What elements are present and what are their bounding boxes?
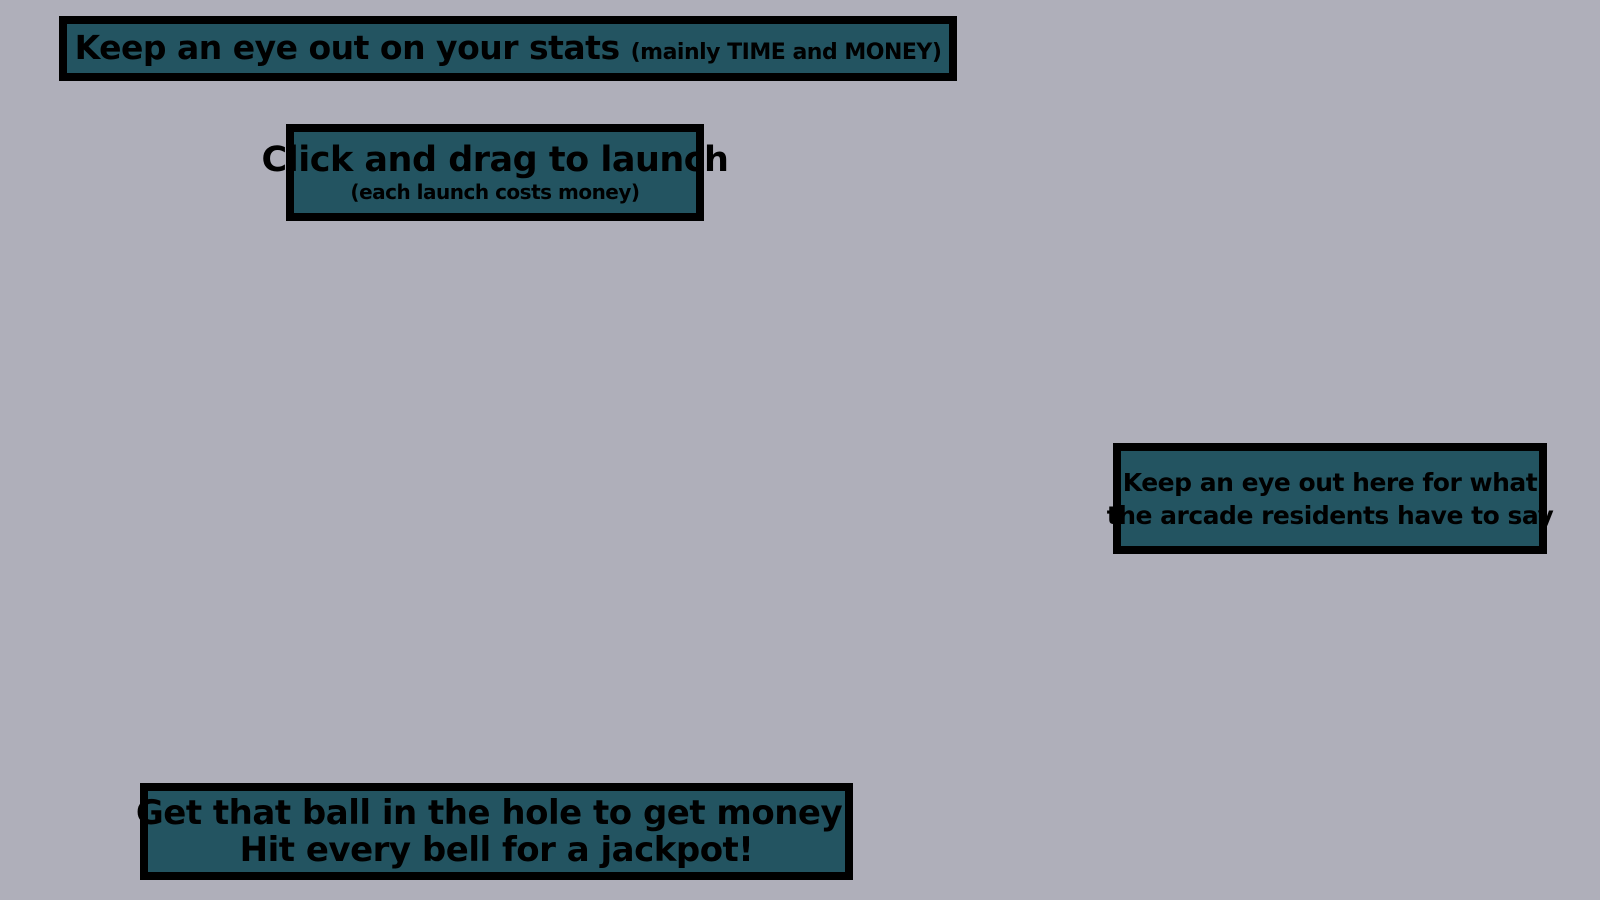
stats-tip-box: Keep an eye out on your stats (mainly TI… xyxy=(59,16,957,81)
money-tip-line-2: Hit every bell for a jackpot! xyxy=(239,829,754,870)
launch-tip-box: Click and drag to launch (each launch co… xyxy=(262,124,729,221)
residents-tip-box: Keep an eye out here for what the arcade… xyxy=(1107,443,1554,554)
launch-tip-title: Click and drag to launch xyxy=(261,139,729,180)
launch-tip-note: (each launch costs money) xyxy=(350,180,640,205)
money-tip-line-1: Get that ball in the hole to get money! xyxy=(135,792,858,833)
game-tutorial-screen: { "tips": { "stats": { "main": "Keep an … xyxy=(0,0,1600,900)
residents-tip-line-2: the arcade residents have to say xyxy=(1106,500,1554,530)
money-tip-box: Get that ball in the hole to get money! … xyxy=(136,783,858,880)
stats-tip-note: (mainly TIME and MONEY) xyxy=(630,40,942,66)
stats-tip-text: Keep an eye out on your stats (mainly TI… xyxy=(74,28,942,68)
residents-tip-line-1: Keep an eye out here for what xyxy=(1122,467,1538,497)
stats-tip-main: Keep an eye out on your stats xyxy=(74,28,621,68)
